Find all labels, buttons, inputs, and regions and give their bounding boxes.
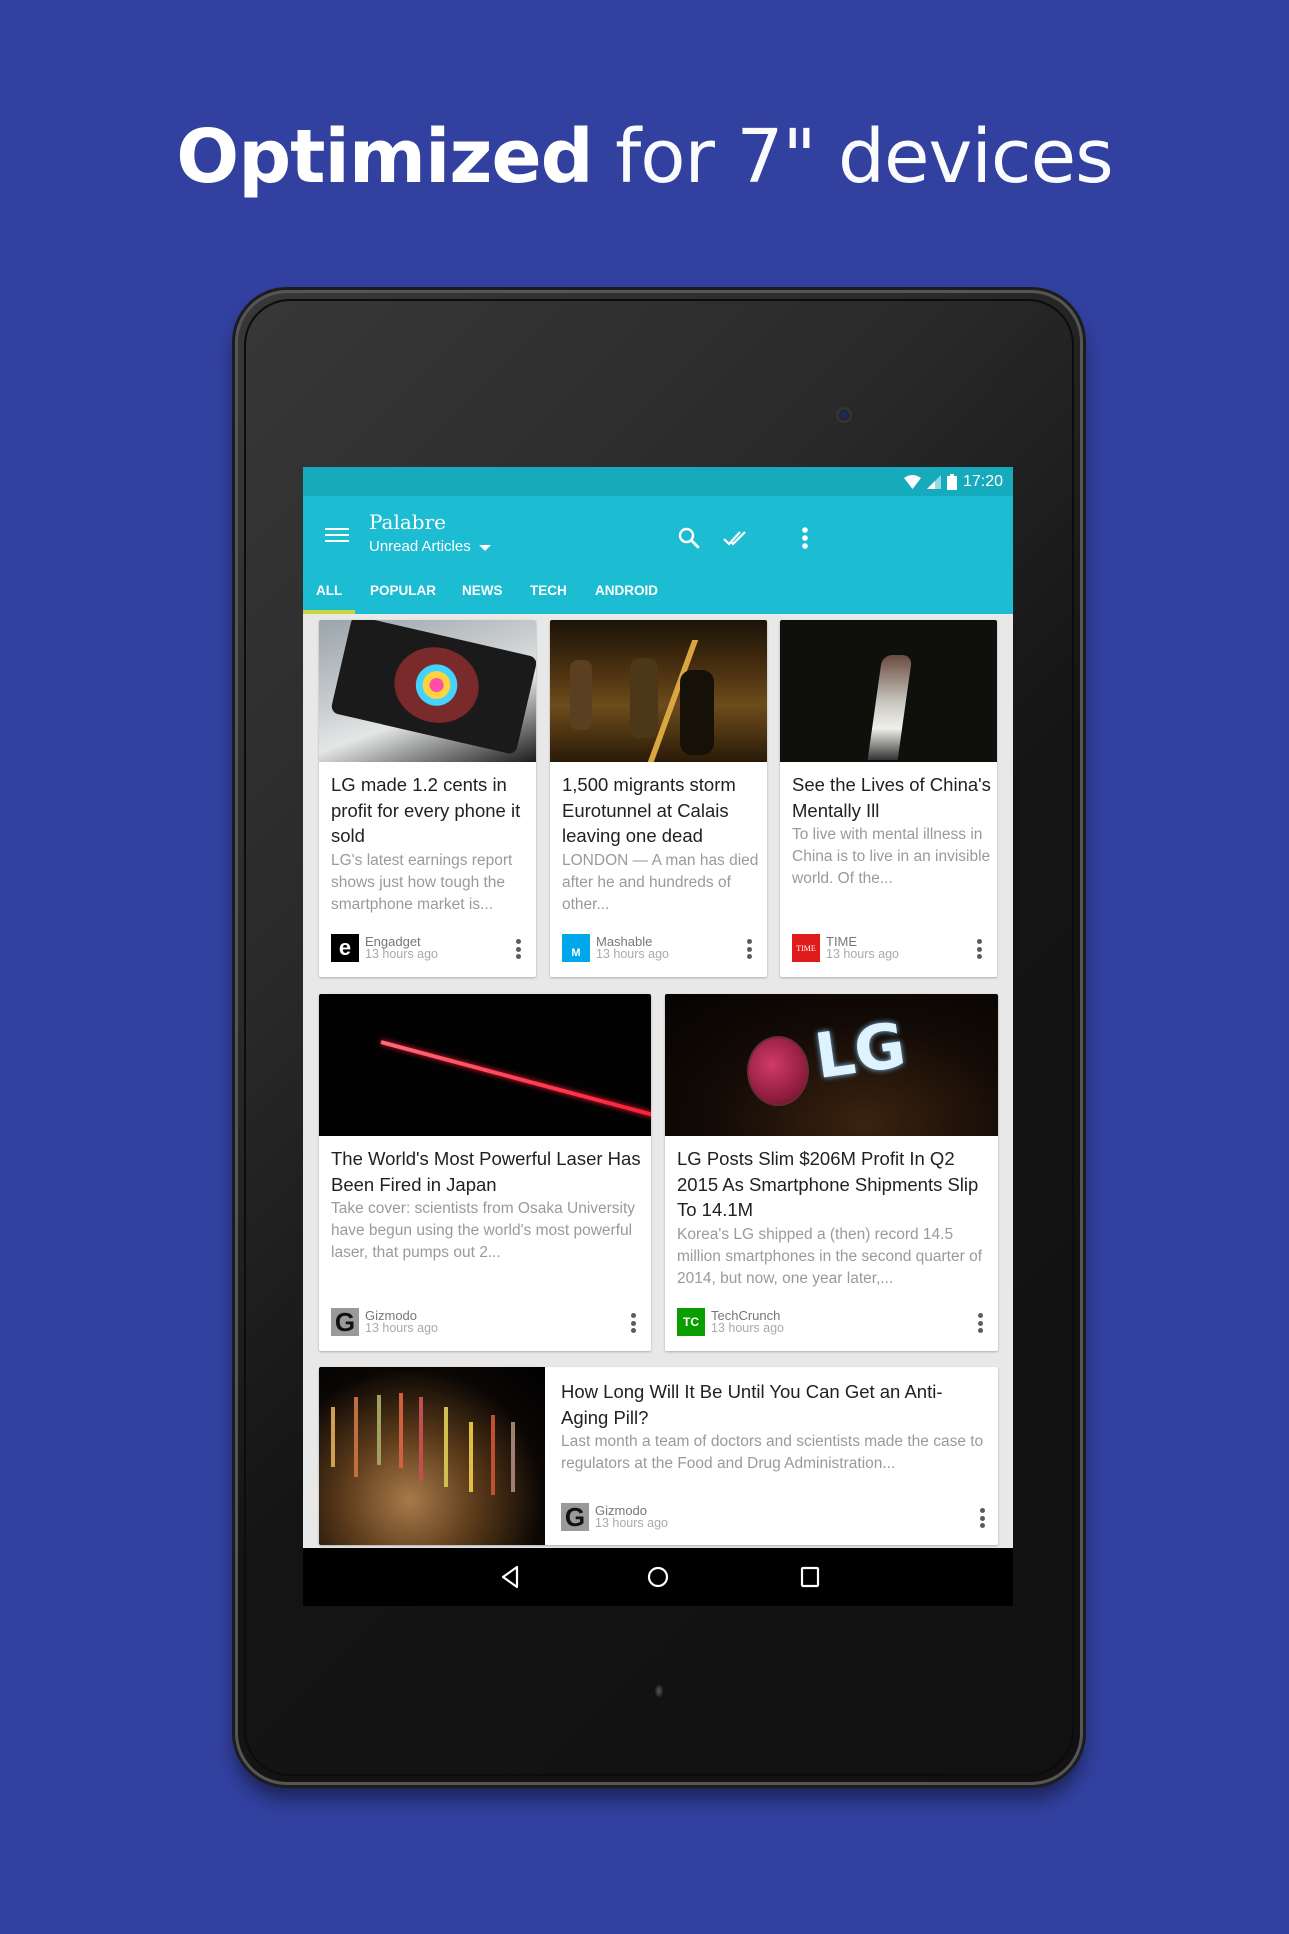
engadget-logo-icon: e	[331, 934, 359, 962]
tab-popular[interactable]: POPULAR	[370, 581, 436, 614]
article-thumbnail	[780, 620, 997, 762]
article-card[interactable]: LG LG Posts Slim $206M Profit In Q2 2015…	[665, 994, 998, 1351]
tab-android[interactable]: ANDROID	[595, 581, 658, 614]
article-excerpt: To live with mental illness in China is …	[792, 826, 991, 887]
back-icon[interactable]	[496, 1563, 524, 1591]
app-bar: Palabre Unread Articles	[303, 496, 1013, 581]
tab-selected-indicator	[303, 610, 355, 614]
wifi-icon	[903, 474, 921, 489]
lg-sign-graphic: LG	[810, 1008, 911, 1093]
promo-headline: Optimized for 7" devices	[0, 112, 1289, 202]
article-card[interactable]: The World's Most Powerful Laser Has Been…	[319, 994, 651, 1351]
published-time: 13 hours ago	[595, 1516, 668, 1530]
tab-bar: ALL POPULAR NEWS TECH ANDROID	[303, 581, 1013, 614]
overflow-menu-icon[interactable]	[789, 522, 821, 554]
article-excerpt: Korea's LG shipped a (then) record 14.5 …	[677, 1226, 982, 1287]
status-time: 17:20	[962, 472, 1003, 490]
article-excerpt: Take cover: scientists from Osaka Univer…	[331, 1200, 636, 1261]
tab-tech[interactable]: TECH	[530, 581, 567, 614]
cell-signal-icon	[926, 474, 941, 489]
article-title: 1,500 migrants storm Eurotunnel at Calai…	[562, 774, 736, 846]
mashable-logo-icon: M	[562, 934, 590, 962]
article-source: TIME TIME 13 hours ago	[792, 934, 899, 962]
headline-rest: for 7" devices	[592, 114, 1114, 200]
article-title: How Long Will It Be Until You Can Get an…	[561, 1381, 943, 1428]
published-time: 13 hours ago	[711, 1321, 784, 1335]
article-excerpt: LONDON — A man has died after he and hun…	[562, 852, 759, 913]
device-sensor	[655, 1685, 663, 1697]
published-time: 13 hours ago	[365, 1321, 438, 1335]
article-thumbnail	[550, 620, 767, 762]
status-bar: 17:20	[303, 467, 1013, 496]
device-screen: 17:20 Palabre Unread Articles ALL POPULA…	[303, 467, 1013, 1606]
hamburger-menu-icon[interactable]	[325, 525, 349, 545]
system-nav-bar	[303, 1548, 1013, 1606]
home-icon[interactable]	[644, 1563, 672, 1591]
mark-all-read-icon[interactable]	[721, 522, 753, 554]
gizmodo-logo-icon: G	[561, 1502, 589, 1532]
published-time: 13 hours ago	[826, 947, 899, 961]
article-more-icon[interactable]	[510, 936, 526, 962]
article-card[interactable]: How Long Will It Be Until You Can Get an…	[319, 1367, 998, 1545]
app-title: Palabre	[369, 510, 447, 534]
article-source: e Engadget 13 hours ago	[331, 934, 438, 962]
article-excerpt: LG's latest earnings report shows just h…	[331, 852, 513, 913]
article-more-icon[interactable]	[974, 1505, 990, 1531]
article-more-icon[interactable]	[971, 936, 987, 962]
article-title: LG Posts Slim $206M Profit In Q2 2015 As…	[677, 1148, 979, 1220]
article-source: TC TechCrunch 13 hours ago	[677, 1308, 784, 1336]
techcrunch-logo-icon: TC	[677, 1308, 705, 1336]
article-source: G Gizmodo 13 hours ago	[561, 1502, 668, 1532]
article-more-icon[interactable]	[625, 1310, 641, 1336]
view-selector-label: Unread Articles	[369, 538, 471, 555]
article-card[interactable]: LG made 1.2 cents in profit for every ph…	[319, 620, 536, 977]
article-title: LG made 1.2 cents in profit for every ph…	[331, 774, 521, 846]
battery-icon	[946, 473, 957, 490]
article-more-icon[interactable]	[741, 936, 757, 962]
article-thumbnail: LG	[665, 994, 998, 1136]
article-title: See the Lives of China's Mentally Ill	[792, 774, 991, 821]
published-time: 13 hours ago	[365, 947, 438, 961]
article-source: G Gizmodo 13 hours ago	[331, 1307, 438, 1337]
article-excerpt: Last month a team of doctors and scienti…	[561, 1433, 984, 1472]
article-card[interactable]: 1,500 migrants storm Eurotunnel at Calai…	[550, 620, 767, 977]
search-icon[interactable]	[673, 522, 705, 554]
article-title: The World's Most Powerful Laser Has Been…	[331, 1148, 641, 1195]
article-source: M Mashable 13 hours ago	[562, 934, 669, 962]
view-selector-dropdown[interactable]: Unread Articles	[369, 538, 491, 555]
front-camera-icon	[836, 407, 852, 423]
gizmodo-logo-icon: G	[331, 1307, 359, 1337]
article-more-icon[interactable]	[972, 1310, 988, 1336]
dropdown-caret-icon	[478, 545, 491, 551]
published-time: 13 hours ago	[596, 947, 669, 961]
article-thumbnail	[319, 994, 651, 1136]
article-thumbnail	[319, 620, 536, 762]
recents-icon[interactable]	[796, 1563, 824, 1591]
time-logo-icon: TIME	[792, 934, 820, 962]
article-card[interactable]: See the Lives of China's Mentally Ill To…	[780, 620, 997, 977]
tab-news[interactable]: NEWS	[462, 581, 503, 614]
headline-bold: Optimized	[176, 114, 593, 200]
article-thumbnail	[319, 1367, 545, 1545]
